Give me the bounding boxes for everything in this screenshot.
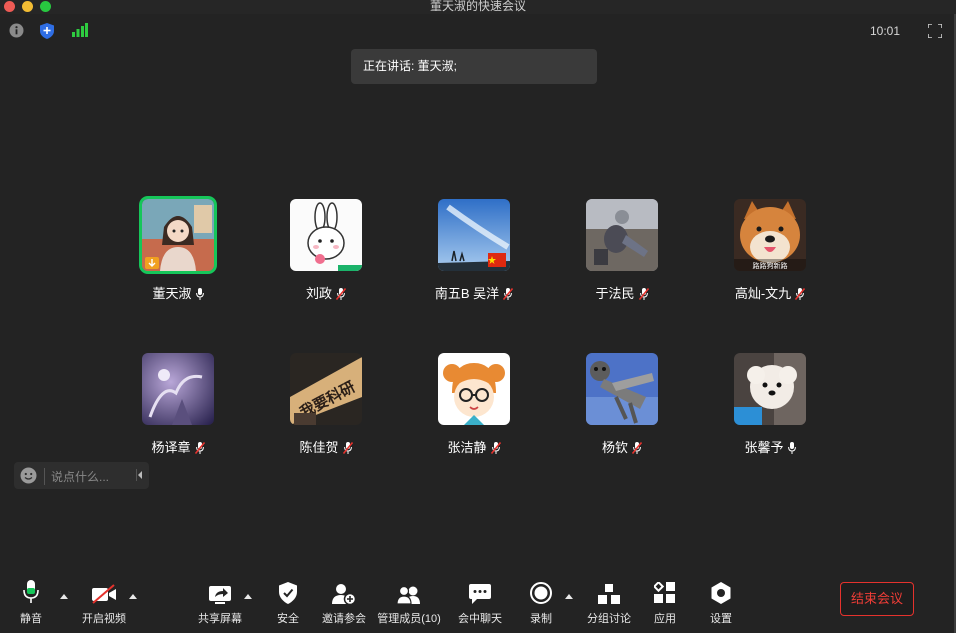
participant-name-label: 张洁静: [447, 440, 487, 455]
settings-button[interactable]: 设置: [706, 580, 736, 626]
signal-strength-icon[interactable]: [72, 23, 88, 37]
participant-name: 杨译章: [104, 437, 252, 456]
participant-name-label: 陈佳贺: [299, 440, 339, 455]
record-button[interactable]: 录制: [526, 580, 556, 626]
participant-name-label: 张馨予: [744, 440, 784, 455]
start-video-button[interactable]: 开启视频: [80, 580, 128, 626]
meeting-toolbar: 静音 开启视频 共享屏幕 安全 邀请参会 管理成员(10) 会中聊天 录制 分组…: [0, 572, 956, 633]
microphone-icon: [23, 580, 39, 603]
microphone-icon: [787, 442, 796, 454]
participant-name: 刘政: [252, 283, 400, 302]
speaking-indicator: 正在讲话: 董天淑;: [351, 49, 597, 84]
security-label: 安全: [277, 613, 299, 625]
chat-quick-input: [14, 462, 149, 489]
participant-name: 张洁静: [400, 437, 548, 456]
mute-button[interactable]: 静音: [14, 580, 48, 626]
participant-name: 南五B 吴洋: [400, 283, 548, 302]
record-options-caret-icon[interactable]: [565, 594, 573, 599]
shield-icon[interactable]: [40, 23, 54, 39]
video-off-icon: [92, 584, 116, 604]
breakout-rooms-icon: [598, 584, 620, 604]
avatar: [586, 199, 658, 271]
participant-name: 董天淑: [104, 283, 252, 302]
microphone-muted-icon: [342, 442, 353, 454]
record-icon: [530, 582, 552, 604]
avatar: [438, 353, 510, 425]
end-meeting-button[interactable]: 结束会议: [840, 582, 914, 616]
security-shield-icon: [279, 582, 297, 604]
mute-label: 静音: [20, 613, 42, 625]
participant-name-label: 杨译章: [151, 440, 191, 455]
share-options-caret-icon[interactable]: [244, 594, 252, 599]
participant-name-label: 南五B 吴洋: [434, 286, 500, 301]
invite-button[interactable]: 邀请参会: [320, 580, 368, 626]
participant-name-label: 杨钦: [601, 440, 628, 455]
participants-icon: [396, 586, 420, 604]
video-options-caret-icon[interactable]: [129, 594, 137, 599]
fullscreen-icon[interactable]: [928, 24, 942, 38]
chat-button[interactable]: 会中聊天: [456, 580, 504, 626]
emoji-icon[interactable]: [20, 467, 37, 484]
avatar-caption: 路路狗新路: [753, 261, 788, 270]
participant-name: 杨钦: [548, 437, 696, 456]
info-icon[interactable]: [9, 23, 24, 38]
participant-name: 于法民: [548, 283, 696, 302]
collapse-chat-icon[interactable]: [136, 469, 143, 481]
participant-name: 陈佳贺: [252, 437, 400, 456]
apps-button[interactable]: 应用: [650, 580, 680, 626]
chat-input[interactable]: [44, 468, 133, 485]
share-screen-label: 共享屏幕: [198, 613, 242, 625]
invite-label: 邀请参会: [322, 613, 366, 625]
microphone-muted-icon: [638, 288, 649, 300]
share-screen-icon: [209, 586, 231, 604]
participant-name: 高灿-文九: [696, 283, 844, 302]
avatar: [734, 353, 806, 425]
avatar: [438, 199, 510, 271]
start-video-label: 开启视频: [82, 613, 126, 625]
avatar: 路路狗新路: [734, 199, 806, 271]
add-participant-icon: [332, 584, 356, 604]
avatar: [142, 353, 214, 425]
participant-name-label: 高灿-文九: [734, 286, 792, 301]
settings-label: 设置: [710, 613, 732, 625]
security-button[interactable]: 安全: [272, 580, 304, 626]
apps-icon: [654, 582, 675, 603]
avatar: 我要科研: [290, 353, 362, 425]
microphone-muted-icon: [503, 288, 514, 300]
title-bar: 董天淑的快速会议: [0, 0, 956, 14]
chat-label: 会中聊天: [458, 613, 502, 625]
manage-participants-button[interactable]: 管理成员(10): [376, 580, 442, 626]
microphone-muted-icon: [490, 442, 501, 454]
avatar: [290, 199, 362, 271]
window-title: 董天淑的快速会议: [429, 0, 526, 13]
microphone-muted-icon: [336, 288, 346, 300]
share-screen-button[interactable]: 共享屏幕: [196, 580, 244, 626]
microphone-muted-icon: [194, 442, 205, 454]
manage-participants-label: 管理成员(10): [377, 613, 441, 625]
avatar: [142, 199, 214, 271]
breakout-rooms-button[interactable]: 分组讨论: [584, 580, 634, 626]
participant-name-label: 董天淑: [152, 286, 192, 301]
microphone-muted-icon: [795, 288, 806, 300]
microphone-muted-icon: [632, 442, 642, 454]
gear-icon: [711, 582, 731, 604]
participant-name: 张馨予: [696, 437, 844, 456]
chat-bubble-icon: [469, 584, 491, 604]
breakout-rooms-label: 分组讨论: [587, 613, 631, 625]
record-label: 录制: [530, 613, 552, 625]
apps-label: 应用: [654, 613, 676, 625]
participant-name-label: 刘政: [305, 286, 332, 301]
audio-options-caret-icon[interactable]: [60, 594, 68, 599]
clock: 10:01: [869, 24, 900, 38]
microphone-icon: [195, 288, 204, 300]
participant-name-label: 于法民: [595, 286, 635, 301]
avatar: [586, 353, 658, 425]
